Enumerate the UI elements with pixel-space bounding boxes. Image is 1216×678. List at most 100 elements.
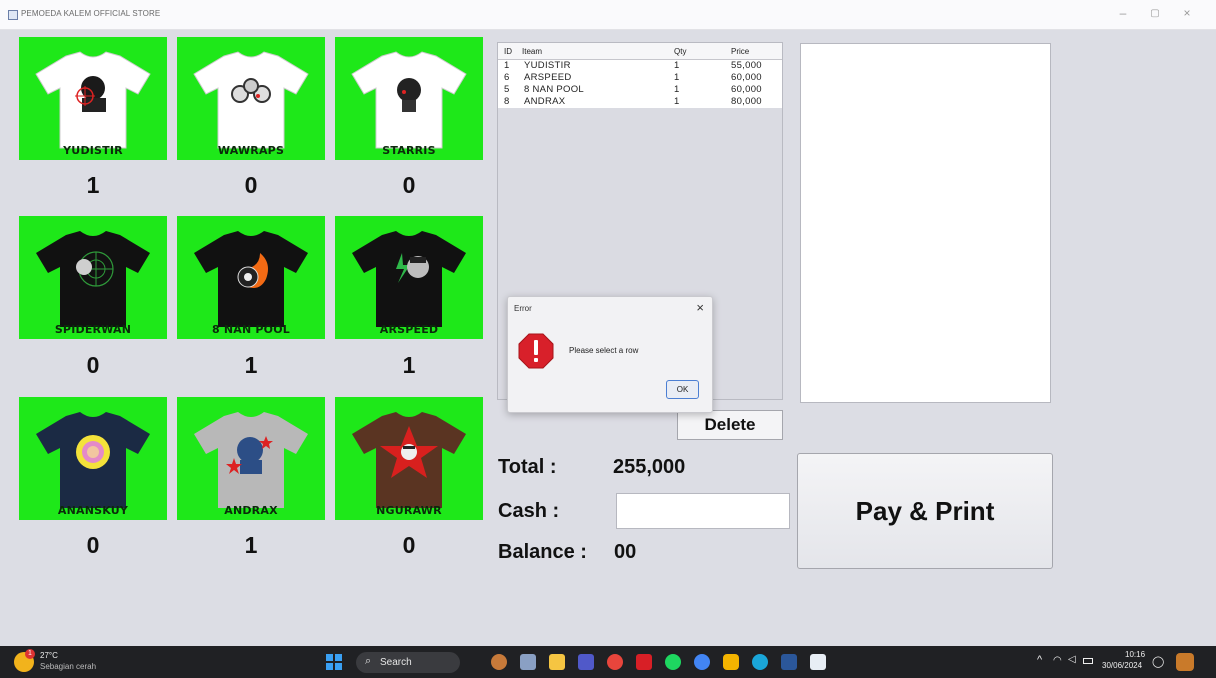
title-bar: PEMOEDA KALEM OFFICIAL STORE – ▢ × (0, 0, 1216, 30)
product-name: ANANSKUY (57, 504, 129, 517)
tshirt-image (36, 412, 150, 508)
total-value: 255,000 (613, 456, 686, 478)
java-icon[interactable] (810, 654, 826, 670)
tshirt-image (35, 51, 151, 149)
product-qty: 0 (86, 532, 100, 558)
product-card-ananskuy[interactable]: ANANSKUY (19, 397, 167, 520)
task-view-icon[interactable] (520, 654, 536, 670)
spotify-icon[interactable] (665, 654, 681, 670)
pay-print-button[interactable]: Pay & Print (797, 453, 1053, 569)
notification-bell-icon[interactable]: ◯ (1152, 655, 1164, 668)
cell-item: 8 NAN POOL (524, 84, 585, 95)
teams-icon[interactable] (578, 654, 594, 670)
copilot-icon[interactable] (491, 654, 507, 670)
balance-label: Balance : (498, 541, 587, 563)
product-name: STARRIS (382, 144, 436, 157)
cell-qty: 1 (674, 72, 680, 83)
total-label: Total : (498, 456, 557, 478)
edge-icon[interactable] (752, 654, 768, 670)
dialog-message: Please select a row (569, 346, 639, 355)
table-row[interactable]: 5 8 NAN POOL 1 60,000 (498, 84, 782, 96)
product-qty: 1 (244, 532, 258, 558)
tshirt-image (193, 51, 309, 149)
tshirt-image (351, 51, 467, 149)
windows-start-icon[interactable] (326, 654, 342, 670)
product-card-arspeed[interactable]: ARSPEED (335, 216, 483, 339)
product-qty: 1 (244, 352, 258, 378)
weather-description: Sebagian cerah (40, 662, 97, 671)
main-content: YUDISTIR WAWRAPS STARRIS 1 0 0 SPIDERWAN… (0, 30, 1216, 646)
app-icon[interactable] (723, 654, 739, 670)
battery-icon[interactable] (1083, 658, 1093, 664)
product-card-andrax[interactable]: ANDRAX (177, 397, 325, 520)
product-card-spiderwan[interactable]: SPIDERWAN (19, 216, 167, 339)
table-row[interactable]: 6 ARSPEED 1 60,000 (498, 72, 782, 84)
error-dialog: Error × Please select a row OK (507, 296, 713, 413)
word-icon[interactable] (781, 654, 797, 670)
file-explorer-icon[interactable] (549, 654, 565, 670)
balance-value: 00 (614, 541, 637, 563)
dialog-title: Error (514, 304, 532, 313)
weather-widget[interactable]: 1 27°C Sebagian cerah (10, 646, 130, 678)
table-row[interactable]: 8 ANDRAX 1 80,000 (498, 96, 782, 108)
product-qty: 0 (402, 532, 416, 558)
restore-icon[interactable]: ▢ (1145, 8, 1165, 19)
product-name: NGURAWR (376, 504, 442, 517)
chrome-icon[interactable] (607, 654, 623, 670)
tshirt-image (194, 231, 308, 327)
cell-item: ARSPEED (524, 72, 572, 83)
column-header[interactable]: Price (731, 47, 749, 56)
delete-button[interactable]: Delete (677, 410, 783, 440)
chrome-profile-icon[interactable] (694, 654, 710, 670)
ok-button[interactable]: OK (666, 380, 699, 399)
tshirt-image (194, 412, 308, 508)
cash-input[interactable] (616, 493, 790, 529)
product-card-8-nan-pool[interactable]: 8 NAN POOL (177, 216, 325, 339)
product-name: WAWRAPS (217, 144, 285, 157)
product-qty: 0 (244, 172, 258, 198)
close-icon[interactable]: × (696, 300, 704, 315)
minimize-icon[interactable]: – (1113, 6, 1133, 20)
product-qty: 1 (86, 172, 100, 198)
product-card-ngurawr[interactable]: NGURAWR (335, 397, 483, 520)
table-header: ID Iteam Qty Price (498, 43, 782, 60)
cell-qty: 1 (674, 96, 680, 107)
wifi-icon[interactable]: ◠ (1053, 655, 1062, 666)
product-name: ANDRAX (224, 504, 278, 517)
column-header[interactable]: Iteam (522, 47, 542, 56)
column-header[interactable]: ID (504, 47, 512, 56)
cell-id: 6 (504, 72, 510, 83)
weather-temp: 27°C (40, 651, 58, 660)
taskbar-search[interactable]: ⌕ Search (356, 652, 460, 673)
tshirt-image (36, 231, 150, 327)
product-card-wawraps[interactable]: WAWRAPS (177, 37, 325, 160)
chevron-up-icon[interactable]: ^ (1037, 654, 1042, 666)
product-name: ARSPEED (379, 323, 439, 336)
window-title: PEMOEDA KALEM OFFICIAL STORE (21, 9, 161, 18)
product-name: YUDISTIR (63, 144, 123, 157)
product-qty: 1 (402, 352, 416, 378)
cell-id: 1 (504, 60, 510, 71)
user-avatar[interactable] (1176, 653, 1194, 671)
cash-label: Cash : (498, 500, 560, 522)
clock-time[interactable]: 10:16 (1125, 650, 1145, 659)
product-card-starris[interactable]: STARRIS (335, 37, 483, 160)
column-header[interactable]: Qty (674, 47, 686, 56)
product-name: 8 NAN POOL (211, 323, 290, 336)
table-body: 1 YUDISTIR 1 55,000 6 ARSPEED 1 60,000 5… (498, 60, 782, 108)
product-name: SPIDERWAN (54, 323, 132, 336)
receipt-textarea[interactable] (800, 43, 1051, 403)
product-qty: 0 (402, 172, 416, 198)
search-label: Search (380, 657, 412, 668)
app-window: PEMOEDA KALEM OFFICIAL STORE – ▢ × YUDIS… (0, 0, 1216, 646)
java-app-icon (8, 10, 18, 20)
volume-icon[interactable]: ◁ (1068, 654, 1076, 665)
close-icon[interactable]: × (1177, 6, 1197, 20)
cell-price: 60,000 (731, 72, 762, 83)
netflix-icon[interactable] (636, 654, 652, 670)
error-icon (518, 333, 554, 369)
taskbar: 1 27°C Sebagian cerah ⌕ Search ^ ◠ ◁ 10:… (0, 646, 1216, 678)
clock-date[interactable]: 30/06/2024 (1102, 661, 1142, 670)
table-row[interactable]: 1 YUDISTIR 1 55,000 (498, 60, 782, 72)
product-card-yudistir[interactable]: YUDISTIR (19, 37, 167, 160)
